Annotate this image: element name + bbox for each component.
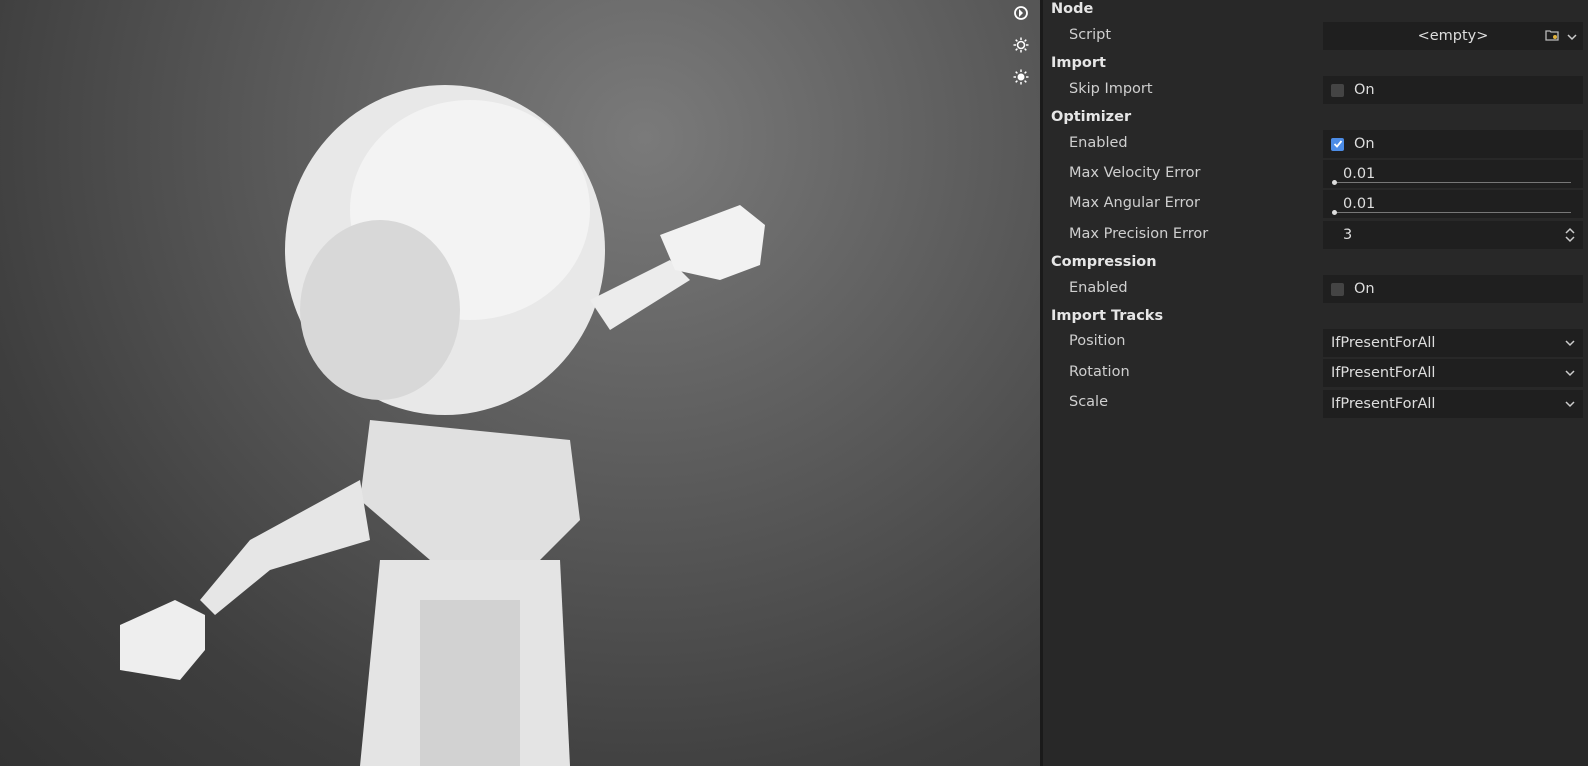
- compression-enabled-field[interactable]: On: [1323, 275, 1583, 303]
- load-folder-icon[interactable]: [1545, 29, 1559, 45]
- script-label: Script: [1069, 27, 1112, 43]
- rotation-value: IfPresentForAll: [1331, 365, 1436, 381]
- scale-dropdown[interactable]: IfPresentForAll: [1323, 390, 1583, 418]
- optimizer-enabled-label: Enabled: [1069, 135, 1128, 151]
- chevron-down-icon: [1565, 370, 1575, 377]
- compression-enabled-checkbox[interactable]: [1331, 282, 1344, 296]
- max-precision-value: 3: [1343, 227, 1353, 243]
- chevron-down-icon: [1565, 340, 1575, 347]
- section-import-tracks[interactable]: Import Tracks: [1051, 308, 1163, 324]
- skip-import-field[interactable]: On: [1323, 76, 1583, 104]
- max-angular-label: Max Angular Error: [1069, 195, 1200, 211]
- max-velocity-value: 0.01: [1343, 166, 1376, 182]
- scale-label: Scale: [1069, 394, 1109, 410]
- spinner-arrows-icon[interactable]: [1565, 227, 1575, 247]
- section-compression[interactable]: Compression: [1051, 254, 1157, 270]
- max-velocity-label: Max Velocity Error: [1069, 165, 1201, 181]
- max-angular-value: 0.01: [1343, 196, 1376, 212]
- optimizer-enabled-field[interactable]: On: [1323, 130, 1583, 158]
- script-value: <empty>: [1417, 28, 1489, 44]
- viewport-toolbar: [1010, 2, 1034, 98]
- position-dropdown[interactable]: IfPresentForAll: [1323, 329, 1583, 357]
- check-icon: [1333, 140, 1342, 148]
- section-node[interactable]: Node: [1051, 1, 1093, 17]
- optimizer-enabled-checkbox[interactable]: [1331, 137, 1344, 151]
- script-field[interactable]: <empty>: [1323, 22, 1583, 50]
- environment-icon[interactable]: [1010, 66, 1032, 88]
- max-angular-slider-knob[interactable]: [1332, 210, 1337, 215]
- sun-icon[interactable]: [1010, 34, 1032, 56]
- max-velocity-slider-track[interactable]: [1333, 182, 1571, 183]
- max-precision-field[interactable]: 3: [1323, 221, 1583, 249]
- compression-enabled-label: Enabled: [1069, 280, 1128, 296]
- position-label: Position: [1069, 333, 1126, 349]
- skip-import-label: Skip Import: [1069, 81, 1153, 97]
- max-velocity-slider-knob[interactable]: [1332, 180, 1337, 185]
- compression-enabled-text: On: [1354, 281, 1375, 297]
- 3d-viewport[interactable]: [0, 0, 1040, 766]
- chevron-down-icon: [1565, 401, 1575, 408]
- chevron-down-icon[interactable]: [1567, 29, 1577, 45]
- skip-import-checkbox[interactable]: [1331, 83, 1344, 97]
- inspector-panel: Node Script <empty> Import Skip Import O…: [1043, 0, 1588, 766]
- scale-value: IfPresentForAll: [1331, 396, 1436, 412]
- character-model: [120, 85, 765, 766]
- optimizer-enabled-text: On: [1354, 136, 1375, 152]
- section-import[interactable]: Import: [1051, 55, 1106, 71]
- position-value: IfPresentForAll: [1331, 335, 1436, 351]
- orbit-icon[interactable]: [1010, 2, 1032, 24]
- max-precision-label: Max Precision Error: [1069, 226, 1209, 242]
- section-optimizer[interactable]: Optimizer: [1051, 109, 1131, 125]
- rotation-dropdown[interactable]: IfPresentForAll: [1323, 359, 1583, 387]
- max-velocity-field[interactable]: 0.01: [1323, 160, 1583, 188]
- skip-import-text: On: [1354, 82, 1375, 98]
- max-angular-field[interactable]: 0.01: [1323, 190, 1583, 218]
- rotation-label: Rotation: [1069, 364, 1130, 380]
- max-angular-slider-track[interactable]: [1333, 212, 1571, 213]
